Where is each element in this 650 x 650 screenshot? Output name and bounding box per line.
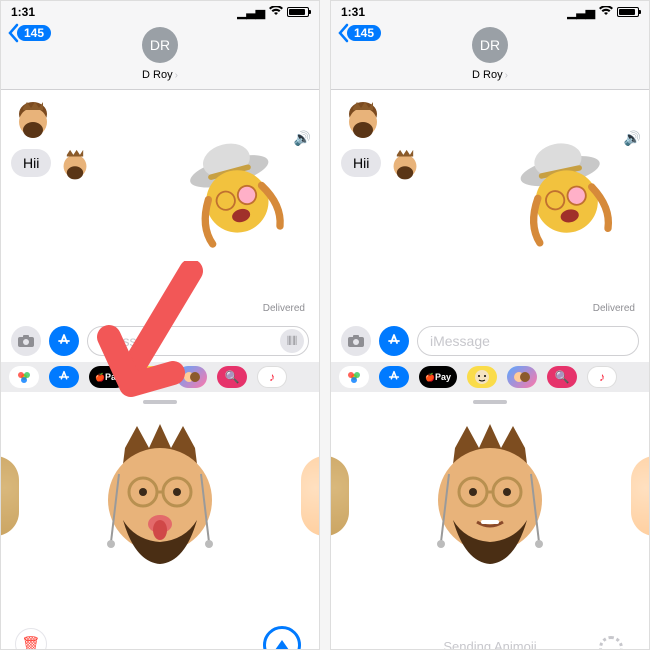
drag-handle[interactable] xyxy=(143,400,177,404)
memoji-hat-sticker xyxy=(499,124,629,254)
memoji-crown-inline xyxy=(57,145,93,181)
sending-status: Sending Animoji xyxy=(443,639,536,650)
tray-appstore[interactable] xyxy=(49,366,79,388)
sound-icon: 🔊 xyxy=(294,130,311,147)
animoji-icon xyxy=(473,368,491,386)
tray-applepay[interactable]: 🍎Pay xyxy=(419,366,457,388)
tray-images-search[interactable]: 🔍 xyxy=(217,366,247,388)
camera-button[interactable] xyxy=(341,326,371,356)
message-input[interactable]: iMessage xyxy=(417,326,639,356)
appstore-button[interactable] xyxy=(379,326,409,356)
send-button[interactable] xyxy=(263,626,301,650)
spinner-icon xyxy=(599,636,623,650)
chevron-right-icon: › xyxy=(505,70,508,81)
music-icon: ♪ xyxy=(599,370,605,384)
back-badge: 145 xyxy=(17,25,51,41)
app-tray[interactable]: 🍎Pay 🔍 ♪ xyxy=(1,362,319,392)
delivered-label: Delivered xyxy=(593,303,635,314)
status-bar: 1:31 ▁▃▅ xyxy=(331,1,649,23)
memoji-stage: Sending Animoji xyxy=(331,392,649,650)
appstore-button[interactable] xyxy=(49,326,79,356)
memoji-prev-peek[interactable] xyxy=(0,456,19,536)
memoji-next-peek[interactable] xyxy=(301,456,320,536)
back-button[interactable]: 145 xyxy=(7,23,51,43)
wifi-icon xyxy=(599,5,613,19)
memoji-hat-sticker xyxy=(167,122,302,257)
chevron-right-icon: › xyxy=(175,70,178,81)
sound-icon: 🔊 xyxy=(624,130,641,147)
appstore-icon xyxy=(386,333,402,349)
search-icon: 🔍 xyxy=(225,370,240,384)
tray-music[interactable]: ♪ xyxy=(257,366,287,388)
memoji-preview[interactable] xyxy=(405,412,575,582)
camera-icon xyxy=(18,335,34,347)
music-icon: ♪ xyxy=(269,370,275,384)
voice-button[interactable]: ⦀⦀ xyxy=(280,329,304,353)
app-tray[interactable]: 🍎Pay 🔍 ♪ xyxy=(331,362,649,392)
tray-animoji[interactable] xyxy=(467,366,497,388)
status-time: 1:31 xyxy=(11,5,35,19)
photos-icon xyxy=(346,369,362,385)
back-badge: 145 xyxy=(347,25,381,41)
phone-right: 1:31 ▁▃▅ 145 DR D Roy › Hii 🔊 xyxy=(330,0,650,650)
memoji-icon xyxy=(513,368,531,386)
arrow-up-icon xyxy=(275,640,289,650)
conversation-area: Hii 🔊 Delivered xyxy=(1,90,319,320)
tray-animoji[interactable] xyxy=(137,366,167,388)
memoji-crown-inline xyxy=(387,145,423,181)
animoji-icon xyxy=(143,368,161,386)
tray-images-search[interactable]: 🔍 xyxy=(547,366,577,388)
incoming-bubble: Hii xyxy=(341,149,381,177)
signal-icon: ▁▃▅ xyxy=(237,5,265,19)
battery-icon xyxy=(617,7,639,17)
memoji-crown-small xyxy=(11,96,55,140)
avatar[interactable]: DR xyxy=(472,27,508,63)
memoji-prev-peek[interactable] xyxy=(330,456,349,536)
appstore-icon xyxy=(57,370,71,384)
memoji-crown-small xyxy=(341,96,385,140)
status-icons: ▁▃▅ xyxy=(237,5,309,19)
status-time: 1:31 xyxy=(341,5,365,19)
input-bar: iMessage xyxy=(331,320,649,362)
status-icons: ▁▃▅ xyxy=(567,5,639,19)
delete-button[interactable]: 🗑 xyxy=(15,628,47,650)
phone-left: 1:31 ▁▃▅ 145 DR D Roy › Hii 🔊 xyxy=(0,0,320,650)
drag-handle[interactable] xyxy=(473,400,507,404)
tray-applepay[interactable]: 🍎Pay xyxy=(89,366,127,388)
appstore-icon xyxy=(387,370,401,384)
search-icon: 🔍 xyxy=(555,370,570,384)
tray-memoji[interactable] xyxy=(507,366,537,388)
photos-icon xyxy=(16,369,32,385)
signal-icon: ▁▃▅ xyxy=(567,5,595,19)
back-button[interactable]: 145 xyxy=(337,23,381,43)
battery-icon xyxy=(287,7,309,17)
memoji-next-peek[interactable] xyxy=(631,456,650,536)
status-bar: 1:31 ▁▃▅ xyxy=(1,1,319,23)
appstore-icon xyxy=(56,333,72,349)
camera-icon xyxy=(348,335,364,347)
message-input[interactable]: iMessage ⦀⦀ xyxy=(87,326,309,356)
wifi-icon xyxy=(269,5,283,19)
memoji-preview[interactable] xyxy=(75,412,245,582)
conversation-area: Hii 🔊 Delivered xyxy=(331,90,649,320)
tray-photos[interactable] xyxy=(339,366,369,388)
conversation-header: 145 DR D Roy › xyxy=(1,23,319,90)
delivered-label: Delivered xyxy=(263,303,305,314)
contact-name[interactable]: D Roy › xyxy=(472,69,508,81)
contact-name[interactable]: D Roy › xyxy=(142,69,178,81)
tray-appstore[interactable] xyxy=(379,366,409,388)
memoji-icon xyxy=(183,368,201,386)
tray-memoji[interactable] xyxy=(177,366,207,388)
incoming-bubble: Hii xyxy=(11,149,51,177)
avatar[interactable]: DR xyxy=(142,27,178,63)
tray-photos[interactable] xyxy=(9,366,39,388)
waveform-icon: ⦀⦀ xyxy=(287,334,298,349)
trash-icon: 🗑 xyxy=(21,635,40,650)
memoji-stage: 🗑 xyxy=(1,392,319,650)
input-bar: iMessage ⦀⦀ xyxy=(1,320,319,362)
conversation-header: 145 DR D Roy › xyxy=(331,23,649,90)
tray-music[interactable]: ♪ xyxy=(587,366,617,388)
camera-button[interactable] xyxy=(11,326,41,356)
